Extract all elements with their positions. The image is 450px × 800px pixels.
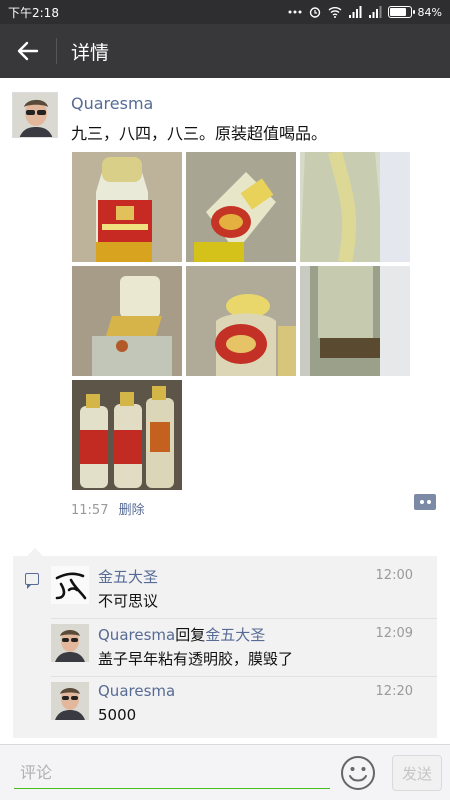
back-arrow-icon — [17, 41, 39, 61]
post-author-avatar[interactable] — [12, 92, 58, 138]
photo-1[interactable] — [72, 152, 182, 262]
status-time: 下午2:18 — [8, 5, 59, 20]
more-dots-icon — [288, 10, 302, 14]
back-button[interactable] — [0, 24, 56, 78]
reply-word: 回复 — [175, 626, 206, 644]
comment-input-bar: 发送 — [0, 744, 450, 800]
status-bar: 下午2:18 84% — [0, 0, 450, 24]
comment-time: 12:09 — [375, 626, 413, 641]
comment-time: 12:00 — [375, 568, 413, 583]
comments-panel: 金五大圣 12:00 不可思议 Quaresma回复金五大圣 12:09 盖子早… — [13, 548, 437, 738]
comment-author[interactable]: Quaresma — [98, 626, 175, 644]
comment-icon — [25, 573, 39, 589]
comment-action-button[interactable] — [414, 494, 436, 510]
reply-target[interactable]: 金五大圣 — [205, 626, 265, 644]
comment-author[interactable]: 金五大圣 — [98, 566, 158, 587]
photo-7[interactable] — [72, 380, 182, 490]
alarm-icon — [309, 7, 320, 18]
dot-icon — [419, 500, 424, 504]
post-time: 11:57 — [71, 503, 109, 518]
send-button[interactable]: 发送 — [392, 755, 442, 791]
comment-time: 12:20 — [375, 684, 413, 699]
post-author-name[interactable]: Quaresma — [71, 94, 153, 113]
comment-avatar[interactable] — [51, 566, 89, 604]
delete-link[interactable]: 删除 — [119, 503, 145, 518]
battery-icon — [387, 6, 415, 18]
comment-input[interactable] — [14, 757, 330, 789]
comment-avatar[interactable] — [51, 682, 89, 720]
signal-icon — [348, 6, 362, 18]
photo-5[interactable] — [186, 266, 296, 376]
photo-4[interactable] — [72, 266, 182, 376]
comment-text: 5000 — [98, 706, 137, 724]
smiley-icon — [341, 756, 375, 790]
photo-2[interactable] — [186, 152, 296, 262]
title-bar: 详情 — [0, 24, 450, 78]
comment-author-line: Quaresma回复金五大圣 — [98, 624, 265, 645]
comment-text: 不可思议 — [98, 592, 159, 610]
emoji-button[interactable] — [340, 755, 376, 791]
page-title: 详情 — [71, 41, 110, 64]
comment-author[interactable]: Quaresma — [98, 682, 175, 700]
post-meta: 11:57 删除 — [71, 499, 145, 518]
post-text: 九三，八四，八三。原装超值喝品。 — [71, 124, 328, 143]
photo-3[interactable] — [300, 152, 410, 262]
signal-2-icon — [368, 6, 382, 18]
avatar-image — [13, 93, 57, 137]
battery-percent: 84% — [417, 5, 442, 19]
comment-avatar[interactable] — [51, 624, 89, 662]
wifi-icon — [328, 7, 342, 18]
comment-text: 盖子早年粘有透明胶，膜毁了 — [98, 650, 294, 668]
comment-divider — [51, 618, 437, 619]
post-detail: Quaresma 九三，八四，八三。原装超值喝品。 11:57 删除 金五大圣 … — [0, 78, 450, 744]
dot-icon — [426, 500, 431, 504]
photo-6[interactable] — [300, 266, 410, 376]
comment-divider — [51, 676, 437, 677]
